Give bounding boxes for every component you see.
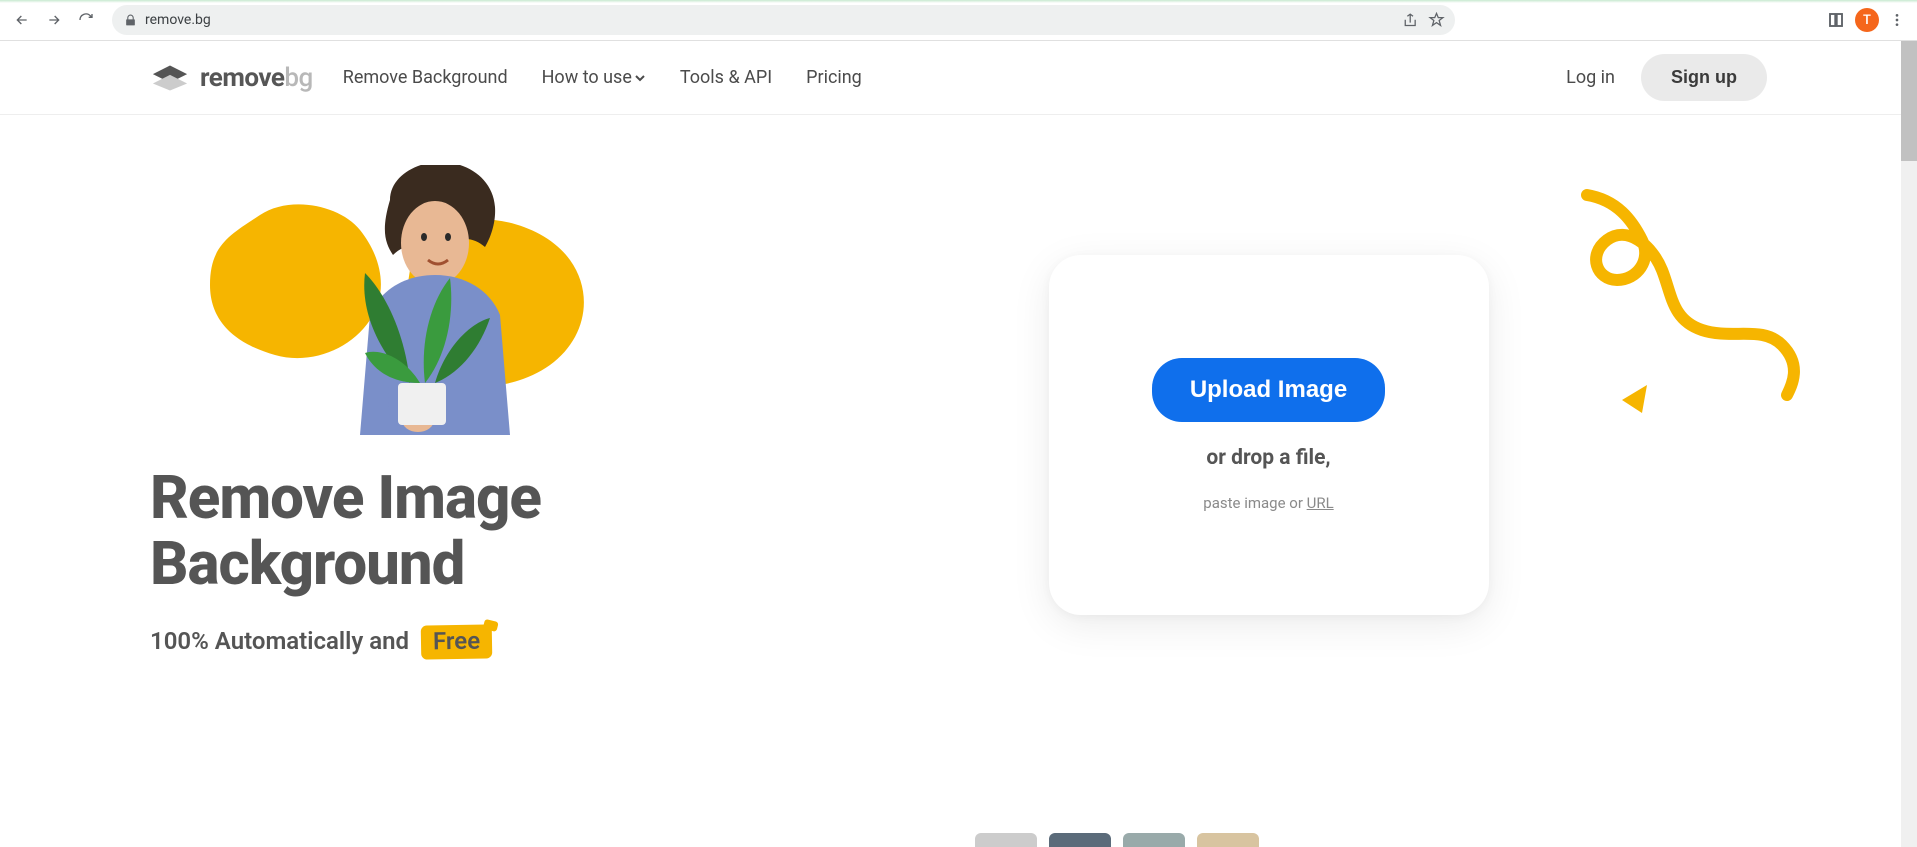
chevron-down-icon (634, 72, 646, 84)
profile-avatar[interactable]: T (1855, 8, 1879, 32)
extensions-icon[interactable] (1827, 11, 1845, 29)
site-header: removebg Remove Background How to use To… (0, 41, 1917, 115)
forward-button[interactable] (40, 6, 68, 34)
scrollbar-thumb[interactable] (1901, 41, 1917, 161)
hero-illustration (220, 165, 600, 435)
address-bar[interactable]: remove.bg (112, 5, 1455, 35)
paste-url-link[interactable]: URL (1307, 494, 1334, 512)
url-text: remove.bg (145, 12, 211, 28)
logo-text: removebg (200, 63, 313, 93)
upload-card[interactable]: Upload Image or drop a file, paste image… (1049, 255, 1489, 615)
nav-tools-api[interactable]: Tools & API (680, 67, 772, 88)
example-thumbnails (975, 833, 1259, 847)
logo-icon (150, 64, 190, 92)
main-content: Remove ImageBackground 100% Automaticall… (0, 115, 1917, 659)
scrollbar-track[interactable] (1901, 41, 1917, 847)
header-right: Log in Sign up (1566, 54, 1767, 101)
kebab-menu-icon[interactable] (1889, 12, 1905, 28)
decorative-squiggle (1567, 185, 1807, 445)
nav-pricing[interactable]: Pricing (806, 67, 862, 88)
browser-chrome: remove.bg T (0, 0, 1917, 41)
signup-button[interactable]: Sign up (1641, 54, 1767, 101)
back-button[interactable] (8, 6, 36, 34)
nav-how-to-use[interactable]: How to use (542, 67, 646, 88)
share-icon[interactable] (1401, 12, 1418, 29)
nav-remove-background[interactable]: Remove Background (343, 67, 508, 88)
browser-toolbar-right: T (1827, 8, 1909, 32)
hero-left: Remove ImageBackground 100% Automaticall… (150, 165, 690, 659)
drop-file-text: or drop a file, (1206, 446, 1330, 470)
thumbnail[interactable] (1197, 833, 1259, 847)
thumbnail[interactable] (975, 833, 1037, 847)
lock-icon (124, 14, 137, 27)
login-link[interactable]: Log in (1566, 67, 1615, 88)
thumbnail[interactable] (1123, 833, 1185, 847)
page-body: Remove ImageBackground 100% Automaticall… (0, 115, 1917, 847)
person-with-plant-image (300, 165, 550, 435)
bookmark-star-icon[interactable] (1428, 12, 1445, 29)
hero-right: Upload Image or drop a file, paste image… (770, 165, 1767, 659)
thumbnail[interactable] (1049, 833, 1111, 847)
hero-headline: Remove ImageBackground (150, 465, 690, 597)
logo[interactable]: removebg (150, 63, 313, 93)
paste-text: paste image or URL (1203, 494, 1333, 512)
main-nav: Remove Background How to use Tools & API… (343, 67, 862, 88)
upload-image-button[interactable]: Upload Image (1152, 358, 1385, 422)
reload-button[interactable] (72, 6, 100, 34)
hero-subline: 100% Automatically and Free (150, 625, 690, 659)
free-badge: Free (421, 624, 493, 659)
